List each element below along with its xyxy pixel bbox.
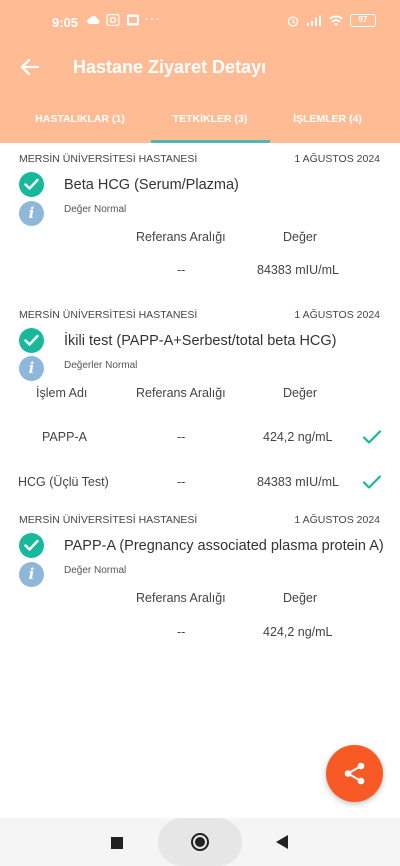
reference-range: -- [177,430,186,444]
column-header-range: Referans Aralığı [136,386,226,400]
check-circle-icon [19,328,44,353]
app-badge-icon [127,14,139,26]
result-value: 424,2 ng/mL [263,430,333,444]
system-back-button[interactable] [276,835,288,849]
result-value: 84383 mIU/mL [257,475,339,489]
column-header-range: Referans Aralığı [136,591,226,605]
battery-icon: 97 [350,14,376,27]
info-icon[interactable]: i [19,201,44,226]
column-header-range: Referans Aralığı [136,230,226,244]
share-button[interactable] [326,745,383,802]
page-title: Hastane Ziyaret Detayı [73,57,267,77]
check-circle-icon [19,172,44,197]
system-icons: 97 [286,14,376,27]
column-header-value: Değer [283,230,318,244]
app-bar: 9:05 ··· 97 Hastane Ziyaret Detayı HASTA… [0,0,400,143]
check-icon [362,430,382,444]
test-name: İkili test (PAPP-A+Serbest/total beta HC… [64,333,337,349]
test-result-card[interactable]: MERSİN ÜNİVERSİTESİ HASTANESİ 1 AĞUSTOS … [0,299,400,509]
back-button[interactable] [14,54,44,80]
home-button[interactable] [158,818,242,866]
wifi-icon [329,14,343,26]
info-icon[interactable]: i [19,356,44,381]
reference-range: -- [177,475,186,489]
hospital-name: MERSİN ÜNİVERSİTESİ HASTANESİ [19,153,198,165]
tab-tests[interactable]: TETKİKLER (3) [150,100,270,143]
share-icon [344,762,365,785]
result-status: Değerler Normal [64,360,138,371]
result-value: 424,2 ng/mL [263,625,333,639]
signal-icon [307,15,321,26]
status-time: 9:05 [52,15,79,30]
result-value: 84383 mIU/mL [257,263,339,277]
home-icon-dot [195,837,205,847]
alarm-icon [287,15,299,27]
recent-apps-button[interactable] [111,837,123,849]
reference-range: -- [177,263,186,277]
test-result-card[interactable]: MERSİN ÜNİVERSİTESİ HASTANESİ 1 AĞUSTOS … [0,143,400,303]
visit-date: 1 AĞUSTOS 2024 [294,309,380,321]
test-name: Beta HCG (Serum/Plazma) [64,177,239,193]
column-header-value: Değer [283,386,318,400]
status-bar: 9:05 ··· 97 [0,0,400,44]
visit-date: 1 AĞUSTOS 2024 [294,514,380,526]
tab-diseases[interactable]: HASTALIKLAR (1) [0,100,160,143]
reference-range: -- [177,625,186,639]
test-name: PAPP-A (Pregnancy associated plasma prot… [64,538,384,554]
check-circle-icon [19,533,44,558]
result-status: Değer Normal [64,204,127,215]
column-header-value: Değer [283,591,318,605]
test-result-card[interactable]: MERSİN ÜNİVERSİTESİ HASTANESİ 1 AĞUSTOS … [0,504,400,654]
procedure-name: PAPP-A [42,430,87,444]
vpn-icon [106,14,120,26]
result-status: Değer Normal [64,565,127,576]
procedure-name: HCG (Üçlü Test) [18,475,109,489]
info-icon[interactable]: i [19,562,44,587]
column-header-name: İşlem Adı [36,386,88,400]
hospital-name: MERSİN ÜNİVERSİTESİ HASTANESİ [19,514,198,526]
arrow-left-icon [20,58,40,76]
system-nav-bar [0,818,400,866]
notification-icons [86,14,140,26]
more-notifications-icon: ··· [144,10,161,26]
tab-bar: HASTALIKLAR (1) TETKİKLER (3) İŞLEMLER (… [0,100,400,143]
check-icon [362,475,382,489]
hospital-name: MERSİN ÜNİVERSİTESİ HASTANESİ [19,309,198,321]
tab-procedures[interactable]: İŞLEMLER (4) [270,100,385,143]
cloud-icon [87,16,100,24]
visit-date: 1 AĞUSTOS 2024 [294,153,380,165]
